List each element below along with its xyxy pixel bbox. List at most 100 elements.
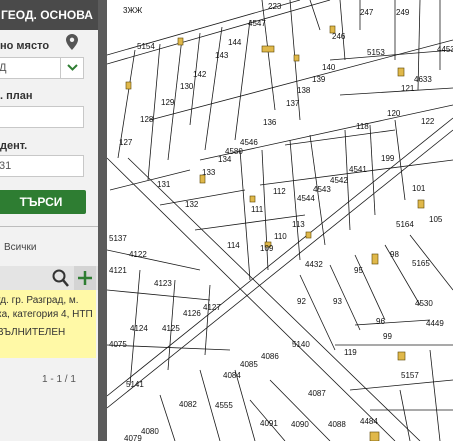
building [397,67,405,77]
building [125,81,132,90]
building [305,231,312,239]
parcel-id: 127 [119,138,133,147]
parcel-id: 114 [227,241,240,250]
location-pin-icon[interactable] [66,34,78,50]
building [261,45,275,53]
result-line-1: гд. гр. Разград, м. [0,295,79,306]
parcel-id: 119 [344,348,357,357]
parcel-id: 4126 [183,309,201,318]
parcel-id: 4530 [415,299,433,308]
parcel-id: 4079 [124,434,142,441]
result-line-2: ка, категория 4, НТП [0,309,93,320]
parcel-id: 4088 [328,420,346,429]
parcel-id: 101 [412,184,426,193]
parcel-id: 4122 [129,250,147,259]
parcel-id: 4449 [426,319,444,328]
all-results-tab[interactable]: Всички [4,242,36,253]
building [369,431,380,441]
parcel-id: 128 [140,115,154,124]
parcel-id: 5157 [401,371,419,380]
building [371,253,379,265]
parcel-id: 122 [421,117,435,126]
parcel-id: 4091 [260,419,278,428]
parcel-id: 142 [193,70,207,79]
parcel-id: 4080 [141,427,159,436]
building [417,199,425,209]
place-label: но място [0,40,50,52]
parcel-id: 4633 [414,75,432,84]
parcel-id: 4086 [261,352,279,361]
parcel-id: 118 [356,122,369,131]
plan-input[interactable] [0,106,84,128]
parcel-id: 4542 [330,176,348,185]
parcel-id: 4544 [297,194,315,203]
parcel-id: 98 [390,250,399,259]
parcel-id: 110 [274,232,287,241]
parcel-id: 112 [273,187,286,196]
parcel-id: 249 [396,8,410,17]
result-item[interactable]: гд. гр. Разград, м. ка, категория 4, НТП… [0,290,96,358]
parcel-id: 199 [381,154,395,163]
parcel-id: 92 [297,297,306,306]
parcel-id: 137 [286,99,300,108]
parcel-id: 96 [376,317,385,326]
parcel-id: 105 [429,215,443,224]
ident-label: дент. [0,140,28,152]
parcel-id: 246 [332,32,346,41]
parcel-id: 4082 [179,400,197,409]
parcel-id: 223 [268,2,282,11]
parcel-id: 136 [263,118,277,127]
parcel-id: 4484 [360,417,378,426]
parcel-id: 5141 [126,380,144,389]
parcel-id: 120 [387,109,401,118]
parcel-id: 4087 [308,389,326,398]
search-icon[interactable] [52,268,70,288]
parcel-id: 99 [383,332,392,341]
building [293,54,300,62]
parcel-id: 4090 [291,420,309,429]
ident-input[interactable]: 31 [0,155,84,177]
parcel-id: 4127 [203,303,221,312]
parcel-id: 132 [185,200,199,209]
parcel-id: 143 [215,51,229,60]
parcel-id: 131 [157,180,171,189]
parcel-id: 5137 [109,234,127,243]
parcel-id: 4543 [313,185,331,194]
parcel-id: 144 [228,38,242,47]
building [177,37,184,46]
divider [0,226,98,227]
parcel-id: 4125 [162,324,180,333]
parcel-id: 3ЖЖ [123,6,143,15]
pagination-text: 1 - 1 / 1 [42,374,76,385]
parcel-id: 111 [251,205,264,214]
search-button[interactable]: ТЪРСИ [0,190,86,214]
parcel-id: 121 [401,84,415,93]
plan-label: . план [0,90,33,102]
parcel-id: 133 [202,168,216,177]
parcel-id: 93 [333,297,342,306]
result-line-3: ВЪЛНИТЕЛЕН [0,327,66,338]
parcel-id: 5164 [396,220,414,229]
parcel-id: 4124 [130,324,148,333]
parcel-id: 140 [322,63,336,72]
parcel-id: 4075 [109,340,127,349]
plus-icon [78,271,92,285]
place-dropdown-button[interactable] [60,57,84,79]
parcel-id: 4121 [109,266,127,275]
parcel-id: 4453 [437,45,453,54]
parcel-id: 134 [218,155,232,164]
parcel-id: 130 [180,82,194,91]
parcel-id: 138 [297,86,311,95]
parcel-id: 4541 [349,165,367,174]
panel-scrollbar[interactable] [98,0,107,441]
parcel-id: 247 [360,8,374,17]
add-button[interactable] [74,266,96,290]
parcel-id: 4123 [154,279,172,288]
cadastral-map[interactable]: 3ЖЖ 223 4547 247 249 5154 144 246 5153 4… [107,0,453,441]
building [249,195,256,203]
parcel-id: 113 [292,220,305,229]
parcel-id: 5140 [292,340,310,349]
parcel-id: 4085 [240,360,258,369]
search-panel: ГЕОД. ОСНОВА но място Д . план дент. 31 … [0,0,98,441]
panel-title: ГЕОД. ОСНОВА [0,0,98,30]
